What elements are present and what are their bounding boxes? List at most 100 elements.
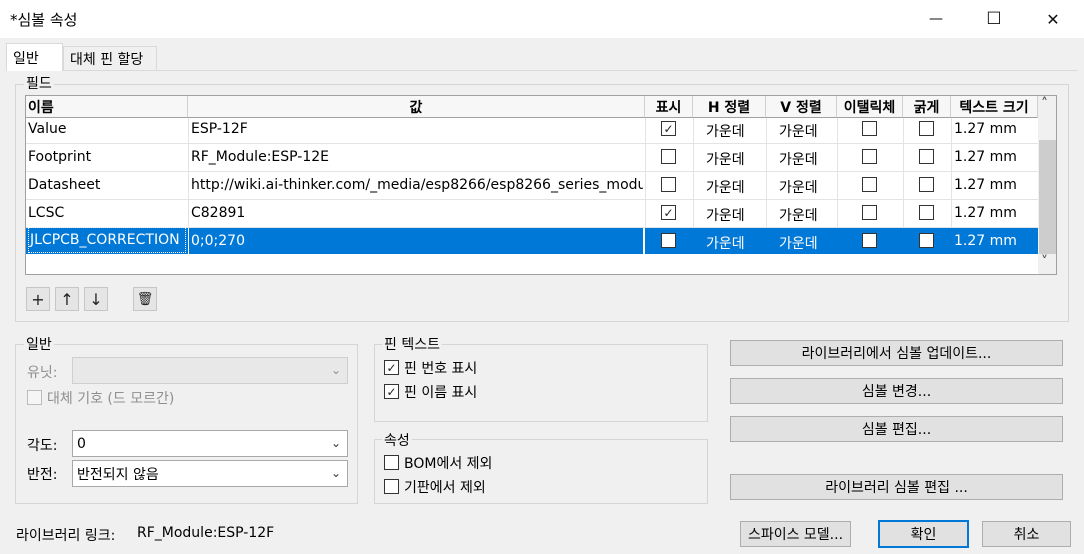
show-pin-number-label: 핀 번호 표시 [404, 361, 478, 377]
general-group-label: 일반 [24, 334, 54, 354]
field-name-cell[interactable]: Footprint [28, 143, 186, 171]
show-checkbox[interactable]: ✓ [661, 121, 676, 136]
h-align-cell[interactable]: 가운데 [706, 173, 745, 201]
column-header-v-align[interactable]: V 정렬 [766, 96, 837, 118]
field-value-cell[interactable]: ESP-12F [191, 115, 643, 143]
field-name-cell[interactable]: LCSC [28, 199, 186, 227]
angle-select-value: 0 [77, 435, 86, 452]
fields-grid[interactable]: 이름 값 표시 H 정렬 V 정렬 이탤릭체 굵게 텍스트 크기 Value E… [25, 95, 1057, 275]
italic-checkbox[interactable] [862, 121, 877, 136]
v-align-cell[interactable]: 가운데 [779, 145, 818, 173]
column-header-h-align[interactable]: H 정렬 [693, 96, 766, 118]
show-pin-number-checkbox[interactable]: ✓ [384, 360, 399, 375]
mirror-select[interactable]: 반전되지 않음 ⌄ [72, 460, 348, 487]
column-header-show[interactable]: 표시 [645, 96, 693, 118]
v-align-cell[interactable]: 가운데 [779, 117, 818, 145]
field-name-cell[interactable]: Datasheet [28, 171, 186, 199]
tab-alternate-pins-label: 대체 핀 할당 [70, 51, 144, 68]
pin-text-group-label: 핀 텍스트 [382, 334, 442, 354]
scroll-down-icon[interactable]: ˅ [1041, 254, 1048, 270]
exclude-bom-label: BOM에서 제외 [404, 456, 493, 472]
text-size-cell[interactable]: 1.27 mm [954, 227, 1017, 255]
italic-checkbox[interactable] [862, 205, 877, 220]
italic-checkbox[interactable] [862, 149, 877, 164]
h-align-cell[interactable]: 가운데 [706, 117, 745, 145]
angle-label: 각도: [27, 438, 58, 454]
delete-field-button[interactable]: 🗑 [133, 287, 157, 311]
alt-symbol-checkbox[interactable] [27, 390, 42, 405]
show-checkbox[interactable] [661, 233, 676, 248]
exclude-board-label: 기판에서 제외 [404, 480, 486, 496]
italic-checkbox[interactable] [862, 177, 877, 192]
italic-checkbox[interactable] [862, 233, 877, 248]
column-header-bold[interactable]: 굵게 [903, 96, 951, 118]
edit-library-symbol-button[interactable]: 라이브러리 심볼 편집 ... [730, 474, 1063, 500]
maximize-button[interactable]: ☐ [965, 0, 1023, 38]
h-align-cell[interactable]: 가운데 [706, 145, 745, 173]
text-size-cell[interactable]: 1.27 mm [954, 199, 1017, 227]
window-title: *심볼 속성 [10, 11, 78, 29]
chevron-down-icon: ⌄ [330, 363, 341, 377]
bold-checkbox[interactable] [919, 205, 934, 220]
arrow-up-icon: ↑ [60, 289, 74, 309]
h-align-cell[interactable]: 가운데 [706, 201, 745, 229]
update-from-library-button[interactable]: 라이브러리에서 심볼 업데이트... [730, 340, 1063, 366]
show-checkbox[interactable]: ✓ [661, 205, 676, 220]
field-value-cell[interactable]: http://wiki.ai-thinker.com/_media/esp826… [191, 171, 643, 199]
exclude-board-checkbox[interactable] [384, 479, 399, 494]
mirror-select-value: 반전되지 않음 [77, 466, 159, 483]
minimize-button[interactable]: — [907, 0, 965, 38]
close-icon: ✕ [1046, 9, 1060, 29]
field-value-cell[interactable]: 0;0;270 [191, 227, 643, 255]
plus-icon: + [31, 289, 45, 309]
mirror-label: 반전: [27, 467, 58, 483]
ok-button[interactable]: 확인 [878, 520, 969, 548]
grid-line [643, 228, 645, 254]
spice-model-button[interactable]: 스파이스 모델... [740, 521, 851, 547]
text-size-cell[interactable]: 1.27 mm [954, 171, 1017, 199]
show-pin-name-label: 핀 이름 표시 [404, 385, 478, 401]
angle-select[interactable]: 0 ⌄ [72, 430, 348, 457]
library-link-label: 라이브러리 링크: [16, 528, 116, 544]
cancel-button[interactable]: 취소 [982, 521, 1071, 547]
column-header-italic[interactable]: 이탤릭체 [837, 96, 903, 118]
fields-scrollbar-thumb[interactable] [1039, 140, 1056, 254]
close-button[interactable]: ✕ [1024, 0, 1082, 38]
tab-alternate-pins[interactable]: 대체 핀 할당 [63, 46, 157, 70]
chevron-down-icon: ⌄ [330, 466, 341, 480]
scroll-up-icon[interactable]: ˄ [1041, 96, 1048, 112]
bold-checkbox[interactable] [919, 149, 934, 164]
show-pin-name-checkbox[interactable]: ✓ [384, 384, 399, 399]
unit-select[interactable]: ⌄ [72, 357, 348, 384]
field-name-cell[interactable]: Value [28, 115, 186, 143]
bold-checkbox[interactable] [919, 233, 934, 248]
exclude-bom-checkbox[interactable] [384, 455, 399, 470]
tab-general[interactable]: 일반 [6, 43, 63, 71]
add-field-button[interactable]: + [26, 287, 50, 311]
field-value-cell[interactable]: C82891 [191, 199, 643, 227]
v-align-cell[interactable]: 가운데 [779, 229, 818, 257]
move-up-button[interactable]: ↑ [55, 287, 79, 311]
text-size-cell[interactable]: 1.27 mm [954, 115, 1017, 143]
grid-line [188, 228, 189, 254]
bold-checkbox[interactable] [919, 121, 934, 136]
alt-symbol-label: 대체 기호 (드 모르간) [47, 391, 175, 407]
change-symbol-button[interactable]: 심볼 변경... [730, 378, 1063, 404]
maximize-icon: ☐ [986, 9, 1002, 29]
v-align-cell[interactable]: 가운데 [779, 201, 818, 229]
v-align-cell[interactable]: 가운데 [779, 173, 818, 201]
bold-checkbox[interactable] [919, 177, 934, 192]
show-checkbox[interactable] [661, 177, 676, 192]
h-align-cell[interactable]: 가운데 [706, 229, 745, 257]
show-checkbox[interactable] [661, 149, 676, 164]
trash-icon: 🗑 [136, 291, 154, 307]
field-value-cell[interactable]: RF_Module:ESP-12E [191, 143, 643, 171]
fields-group-label: 필드 [24, 73, 54, 93]
tab-divider [6, 70, 1078, 71]
move-down-button[interactable]: ↓ [84, 287, 108, 311]
edit-symbol-button[interactable]: 심볼 편집... [730, 416, 1063, 442]
chevron-down-icon: ⌄ [330, 436, 341, 450]
field-name-cell[interactable]: JLCPCB_CORRECTION [28, 227, 186, 253]
text-size-cell[interactable]: 1.27 mm [954, 143, 1017, 171]
attributes-group-label: 속성 [382, 430, 412, 450]
